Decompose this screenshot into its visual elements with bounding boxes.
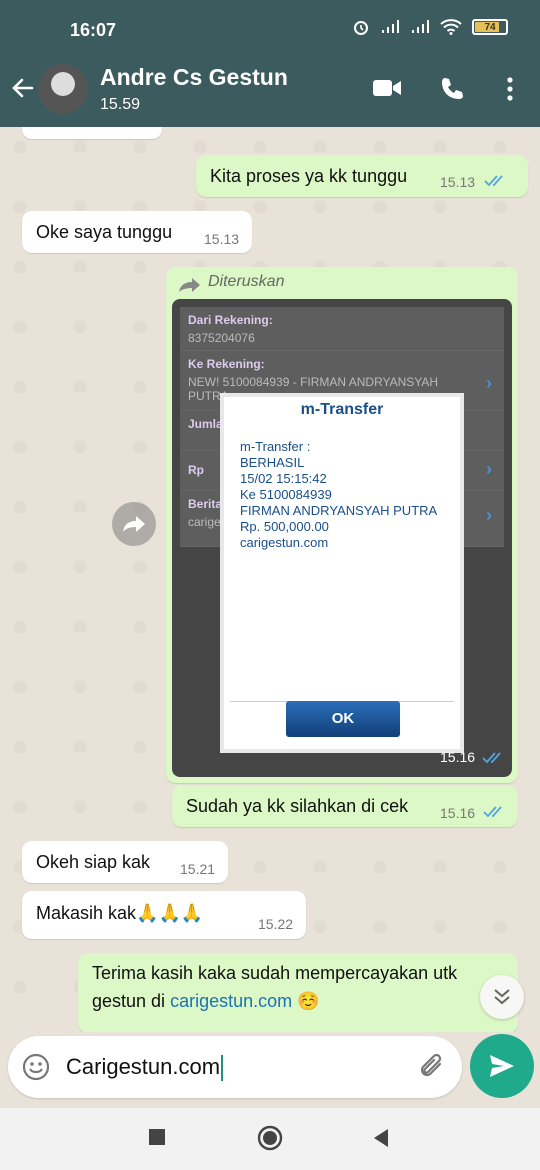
back-nav-icon[interactable] bbox=[372, 1128, 390, 1148]
dialog-line: BERHASIL bbox=[240, 455, 305, 470]
message-time: 15.22 bbox=[258, 916, 294, 932]
last-seen: 15.59 bbox=[100, 96, 141, 113]
voice-call-icon[interactable] bbox=[439, 76, 465, 102]
status-time: 16:07 bbox=[70, 20, 117, 40]
message-input[interactable]: Carigestun.com bbox=[66, 1054, 406, 1082]
avatar[interactable] bbox=[38, 64, 88, 114]
video-call-icon[interactable] bbox=[372, 76, 402, 100]
form-row-label: Ke Rekening: bbox=[188, 357, 265, 371]
message-bubble[interactable]: Okeh siap kak 15.21 bbox=[22, 841, 228, 883]
chat-area[interactable]: Kita proses ya kk tunggu 15.13 Oke saya … bbox=[0, 127, 540, 1032]
scroll-down-button[interactable] bbox=[480, 975, 524, 1019]
dialog-line: carigestun.com bbox=[240, 535, 329, 550]
message-bubble[interactable]: Terima kasih kaka sudah mempercayakan ut… bbox=[78, 953, 518, 1032]
wifi-icon bbox=[440, 19, 462, 35]
message-time: 15.21 bbox=[180, 861, 216, 877]
chevron-right-icon: › bbox=[486, 373, 492, 393]
status-icons: 74 bbox=[352, 18, 508, 36]
emoji-icon[interactable] bbox=[22, 1053, 50, 1081]
form-row-value: 8375204076 bbox=[188, 331, 255, 345]
website-link[interactable]: carigestun.com bbox=[170, 991, 292, 1011]
signal-icon-2 bbox=[412, 20, 429, 33]
message-text-prefix: gestun di bbox=[92, 991, 171, 1011]
message-bubble[interactable]: Makasih kak🙏🙏🙏 15.22 bbox=[22, 891, 306, 939]
text-caret bbox=[221, 1055, 224, 1082]
dialog-line: Rp. 500,000.00 bbox=[240, 519, 329, 534]
message-time: 15.13 bbox=[440, 174, 476, 190]
message-text: Okeh siap kak bbox=[36, 852, 151, 872]
form-row-label: Rp bbox=[188, 463, 204, 477]
message-text: Oke saya tunggu bbox=[36, 222, 173, 242]
image-time: 15.16 bbox=[440, 749, 476, 765]
dialog-line: Ke 5100084939 bbox=[240, 487, 332, 502]
form-row-label: Jumla bbox=[188, 417, 223, 431]
form-row-value: carige bbox=[188, 515, 221, 529]
message-text: Sudah ya kk silahkan di cek bbox=[186, 796, 409, 816]
forwarded-label: Diteruskan bbox=[208, 273, 285, 290]
message-input-text: Carigestun.com bbox=[66, 1054, 221, 1079]
home-icon[interactable] bbox=[256, 1124, 284, 1152]
form-row-label: Dari Rekening: bbox=[188, 313, 273, 327]
m-transfer-dialog: m-Transfer m-Transfer : BERHASIL 15/02 1… bbox=[220, 393, 464, 753]
attachment-icon[interactable] bbox=[418, 1052, 448, 1082]
form-row-label: Berita bbox=[188, 497, 223, 511]
message-bubble[interactable]: Kita proses ya kk tunggu 15.13 bbox=[196, 155, 528, 197]
form-row: Dari Rekening: 8375204076 bbox=[180, 307, 504, 351]
form-row-value: NEW! 5100084939 - FIRMAN ANDRYANSYAH bbox=[188, 375, 439, 389]
transfer-screenshot-image[interactable]: Dari Rekening: 8375204076 Ke Rekening: N… bbox=[172, 299, 512, 777]
status-bar: 16:07 74 bbox=[0, 0, 540, 50]
send-button[interactable] bbox=[470, 1034, 534, 1098]
message-text-line1: Terima kasih kaka sudah mempercayakan ut… bbox=[92, 963, 458, 983]
contact-name[interactable]: Andre Cs Gestun bbox=[100, 64, 288, 91]
chevron-right-icon: › bbox=[486, 459, 492, 479]
partial-message bbox=[22, 127, 162, 139]
forwarded-image-message[interactable]: Diteruskan Dari Rekening: 8375204076 Ke … bbox=[166, 267, 518, 783]
message-time: 15.13 bbox=[204, 231, 240, 247]
share-arrow-icon bbox=[123, 516, 145, 532]
battery-icon: 74 bbox=[472, 19, 508, 35]
forward-button[interactable] bbox=[112, 502, 156, 546]
dialog-line: m-Transfer : bbox=[240, 439, 311, 454]
read-ticks-icon bbox=[482, 752, 501, 764]
send-icon bbox=[490, 1055, 514, 1077]
menu-dots-icon[interactable] bbox=[500, 76, 520, 102]
read-ticks-icon bbox=[483, 806, 502, 818]
smile-emoji: ☺️ bbox=[297, 991, 320, 1011]
chevron-right-icon: › bbox=[486, 505, 492, 525]
message-bubble[interactable]: Sudah ya kk silahkan di cek 15.16 bbox=[172, 785, 518, 827]
read-ticks-icon bbox=[484, 175, 503, 187]
back-arrow-icon[interactable] bbox=[10, 75, 36, 101]
dialog-line: 15/02 15:15:42 bbox=[240, 471, 327, 486]
message-text: Makasih kak🙏🙏🙏 bbox=[36, 903, 204, 923]
dialog-title: m-Transfer bbox=[300, 401, 384, 418]
system-nav-bar bbox=[0, 1108, 540, 1170]
ok-button: OK bbox=[286, 701, 400, 737]
message-bubble[interactable]: Oke saya tunggu 15.13 bbox=[22, 211, 252, 253]
chat-header: Andre Cs Gestun 15.59 bbox=[0, 50, 540, 127]
double-chevron-down-icon bbox=[494, 989, 510, 1005]
recents-icon[interactable] bbox=[148, 1128, 166, 1146]
signal-icon bbox=[382, 20, 399, 33]
battery-level: 74 bbox=[484, 21, 496, 33]
message-composer: Carigestun.com bbox=[8, 1036, 462, 1098]
message-text: Kita proses ya kk tunggu bbox=[210, 166, 408, 186]
message-time: 15.16 bbox=[440, 805, 476, 821]
alarm-icon bbox=[354, 21, 368, 35]
dialog-line: FIRMAN ANDRYANSYAH PUTRA bbox=[240, 503, 438, 518]
forwarded-icon bbox=[179, 278, 200, 292]
message-text-line2: gestun di carigestun.com ☺️ bbox=[92, 991, 320, 1012]
